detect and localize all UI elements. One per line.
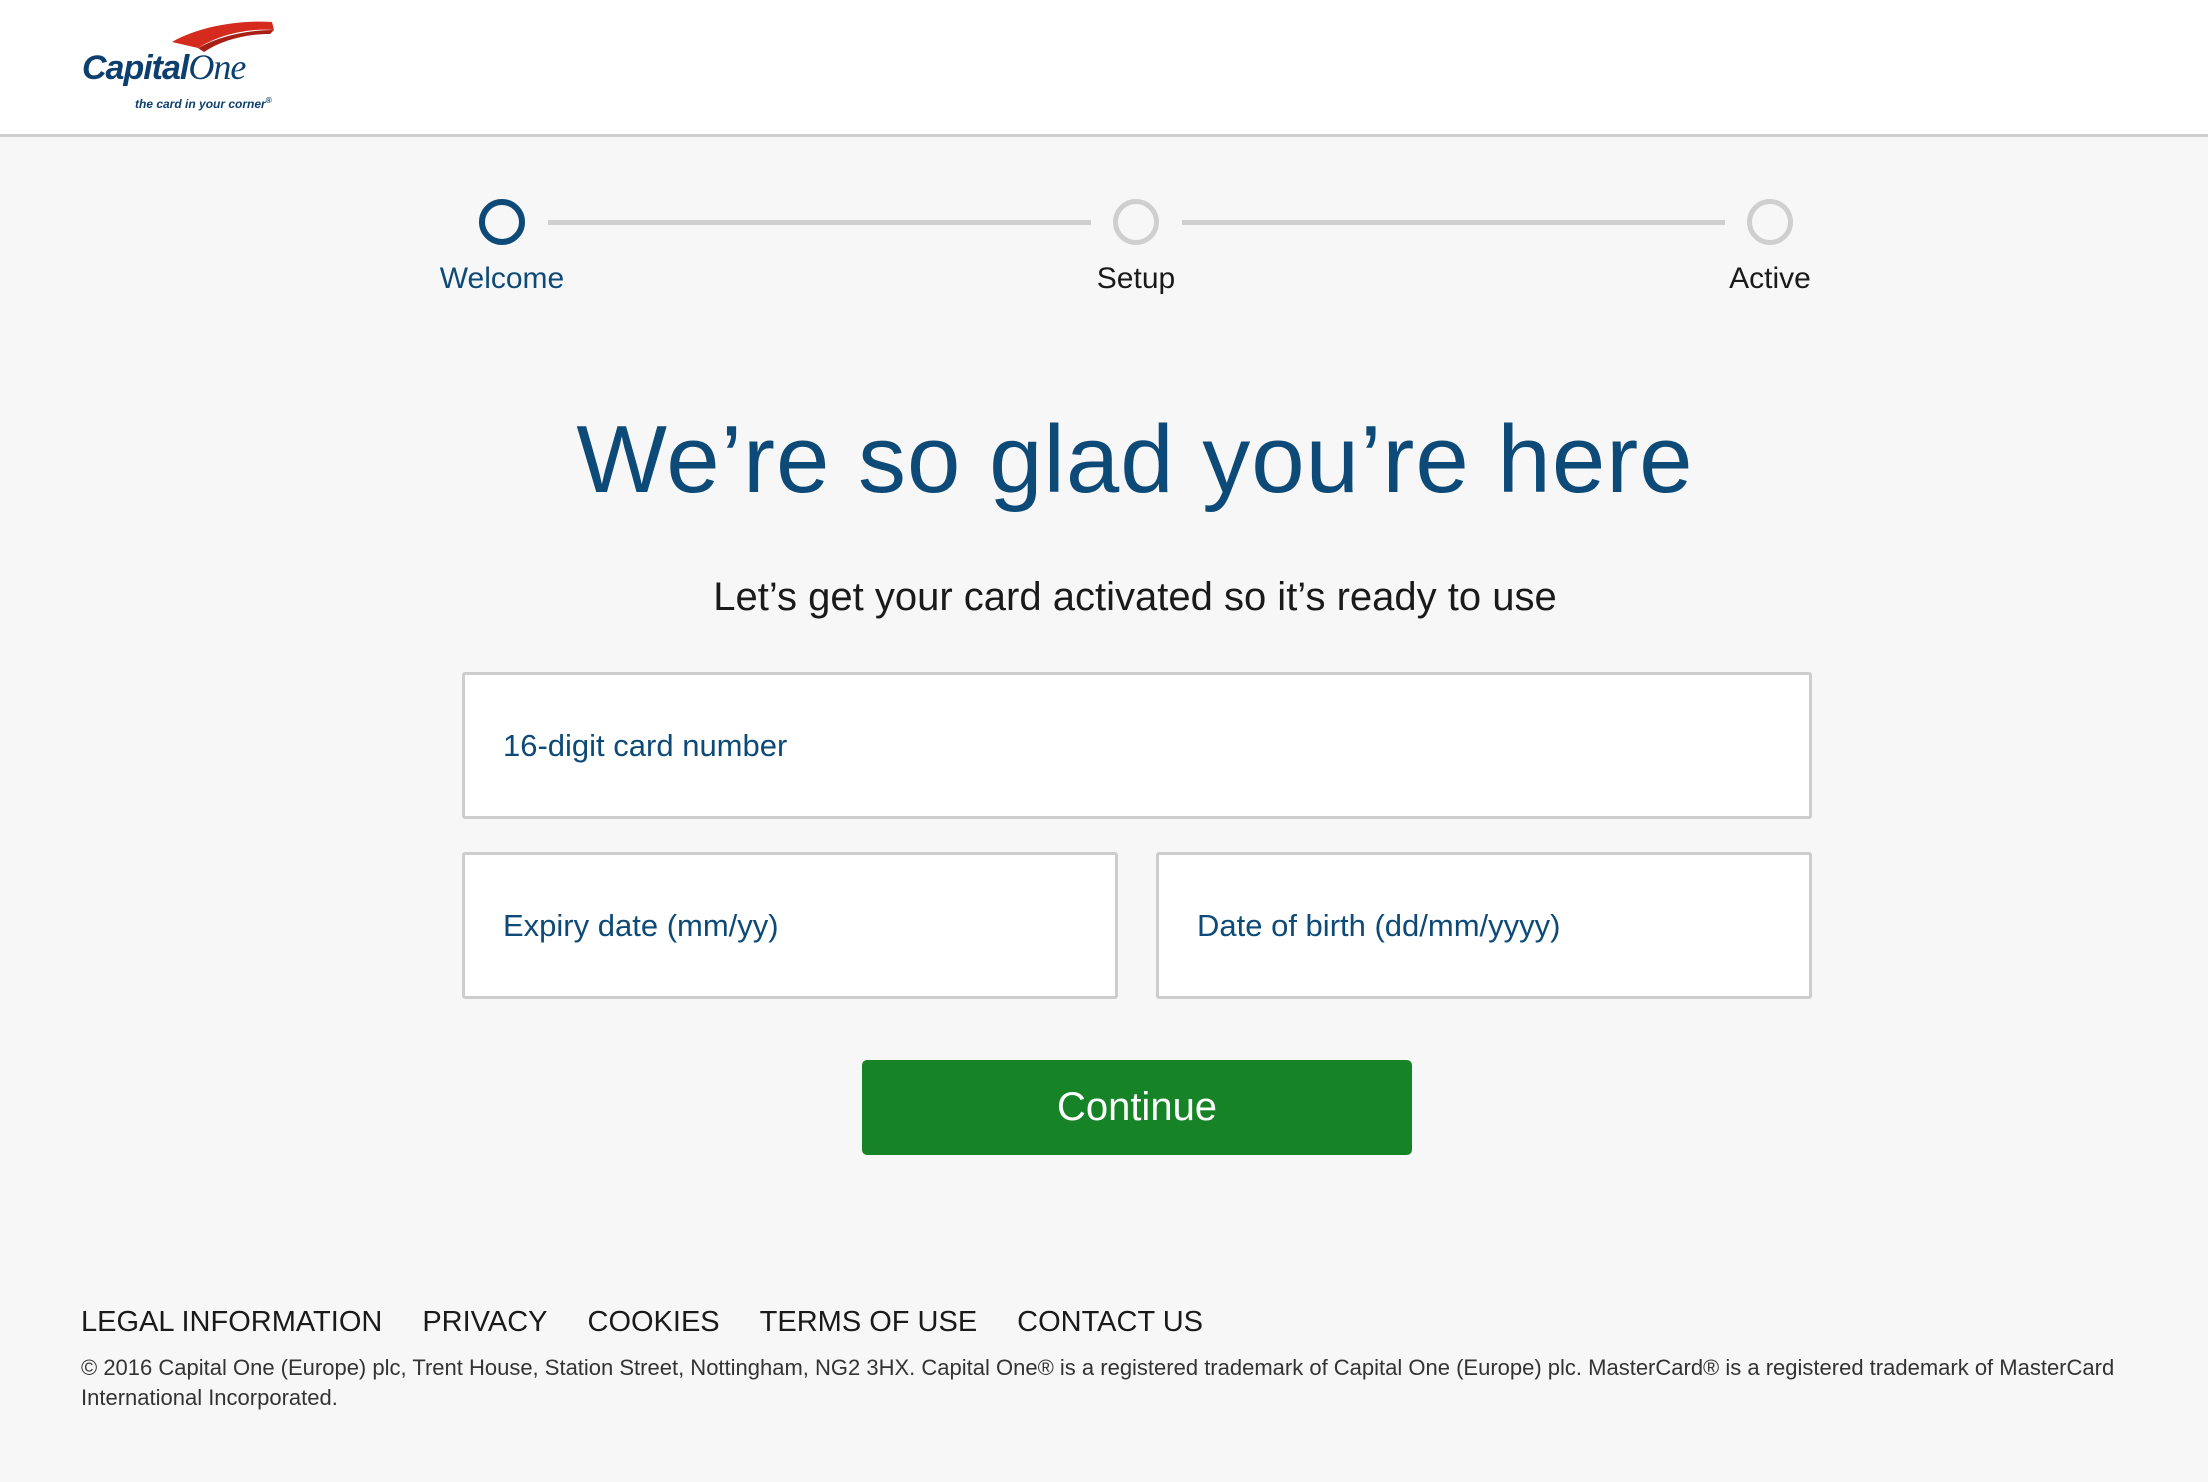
page-subtitle: Let’s get your card activated so it’s re… xyxy=(713,575,1557,619)
activation-progress-stepper: Welcome Setup Active xyxy=(0,0,2208,320)
footer-link-contact-us[interactable]: CONTACT US xyxy=(1017,1306,1203,1339)
expiry-date-input[interactable] xyxy=(465,855,1115,996)
page-title: We’re so glad you’re here xyxy=(576,406,1694,513)
step-setup-indicator-icon xyxy=(1113,199,1159,245)
date-of-birth-field xyxy=(1156,852,1812,999)
step-active-indicator-icon xyxy=(1747,199,1793,245)
step-setup-label: Setup xyxy=(1096,262,1176,295)
card-number-field xyxy=(462,672,1812,819)
expiry-date-field xyxy=(462,852,1118,999)
footer-link-cookies[interactable]: COOKIES xyxy=(588,1306,720,1339)
footer-link-legal-information[interactable]: LEGAL INFORMATION xyxy=(81,1306,382,1339)
footer-link-terms-of-use[interactable]: TERMS OF USE xyxy=(760,1306,978,1339)
step-connector-1 xyxy=(548,220,1091,225)
step-welcome-label: Welcome xyxy=(439,262,565,295)
step-active-label: Active xyxy=(1729,262,1811,295)
card-number-input[interactable] xyxy=(465,675,1809,816)
footer-links: LEGAL INFORMATION PRIVACY COOKIES TERMS … xyxy=(81,1306,1203,1339)
footer-copyright: © 2016 Capital One (Europe) plc, Trent H… xyxy=(81,1355,2115,1410)
step-welcome-indicator-icon xyxy=(479,199,525,245)
continue-button[interactable]: Continue xyxy=(862,1060,1412,1155)
date-of-birth-input[interactable] xyxy=(1159,855,1809,996)
footer-link-privacy[interactable]: PRIVACY xyxy=(422,1306,547,1339)
step-connector-2 xyxy=(1182,220,1725,225)
